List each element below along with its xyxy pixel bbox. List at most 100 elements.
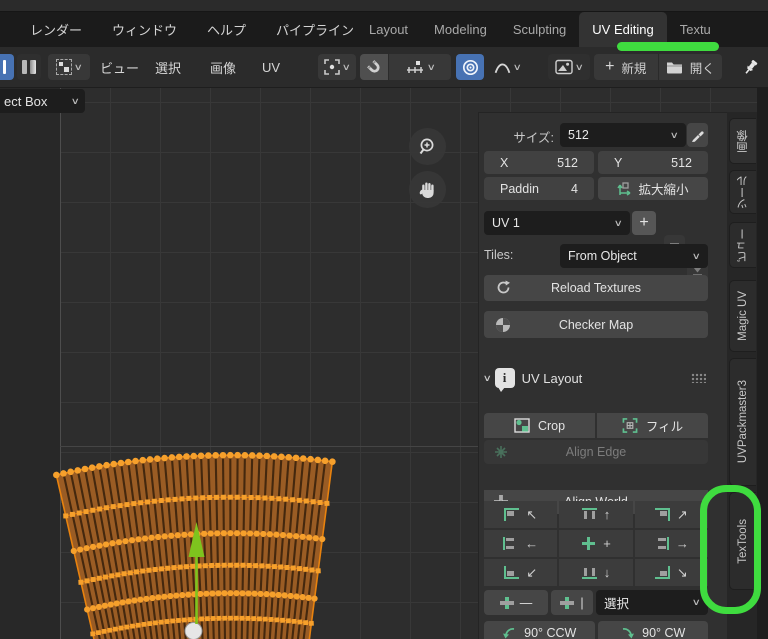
sidebar-tab-画像[interactable]: 画像 — [729, 118, 756, 164]
falloff-dropdown[interactable]: ∨ — [487, 54, 527, 80]
sidebar-tab-uvpackmaster3[interactable]: UVPackmaster3 — [729, 358, 756, 486]
panel-grip-handle[interactable] — [691, 373, 706, 383]
sidebar-tab-label: UVPackmaster3 — [737, 380, 749, 464]
new-image-label: 新規 — [621, 61, 647, 76]
pin-button[interactable] — [738, 54, 764, 80]
workspace-tab-label: UV Editing — [592, 22, 654, 37]
snap-settings-dropdown[interactable]: ∨ — [389, 54, 451, 80]
distribute-horizontal-button[interactable]: — — [484, 590, 548, 615]
open-image-label: 開く — [689, 61, 715, 76]
editor-menu[interactable]: UV — [262, 47, 280, 88]
align-button-c[interactable]: + — [559, 530, 633, 557]
editor-type-icon — [2, 60, 6, 74]
y-label: Y — [614, 155, 623, 170]
eyedropper-button[interactable] — [687, 123, 708, 147]
align-button-l[interactable]: ← — [484, 530, 558, 557]
align-icon-br — [654, 566, 670, 579]
align-arrow-glyph: ↘ — [676, 564, 688, 580]
align-icon-t — [581, 508, 597, 521]
crop-fill-row: Crop フィル — [484, 413, 708, 438]
distribute-vertical-button[interactable]: | — [551, 590, 593, 615]
checker-sphere-icon — [496, 318, 510, 332]
align-edge-button[interactable]: Align Edge — [484, 440, 708, 464]
y-field[interactable]: Y 512 — [598, 151, 708, 174]
align-button-bl[interactable]: ↙ — [484, 559, 558, 586]
uv-sync-selection-toggle[interactable] — [17, 54, 41, 80]
x-field[interactable]: X 512 — [484, 151, 594, 174]
align-button-tr[interactable]: ↗ — [634, 501, 708, 528]
sidebar-tab-label: 画像 — [737, 129, 749, 153]
cursor-pivot-circle — [184, 622, 203, 639]
align-icon-bl — [504, 566, 520, 579]
align-button-t[interactable]: ↑ — [559, 501, 633, 528]
pivot-point-dropdown[interactable]: ∨ — [318, 54, 356, 80]
workspace-tab-label: Sculpting — [512, 22, 567, 37]
fill-button[interactable]: フィル — [597, 413, 708, 438]
workspace-tab-layout[interactable]: Layout — [356, 12, 421, 47]
align-button-br[interactable]: ↘ — [634, 559, 708, 586]
rotate-cw-label: 90° CW — [642, 626, 686, 639]
workspace-tab-modeling[interactable]: Modeling — [421, 12, 500, 47]
active-tool-dropdown[interactable]: ect Box ∨ — [0, 89, 85, 113]
align-button-r[interactable]: → — [634, 530, 708, 557]
workspace-tab-sculpting[interactable]: Sculpting — [500, 12, 579, 47]
proportional-editing-toggle[interactable] — [456, 54, 484, 80]
align-button-tl[interactable]: ↖ — [484, 501, 558, 528]
active-tool-label: ect Box — [4, 93, 48, 109]
translate-gizmo[interactable] — [180, 500, 220, 639]
menubar-item[interactable]: パイプライン — [276, 20, 354, 39]
zoom-gizmo-button[interactable] — [409, 128, 446, 165]
blender-window: レンダー ウィンドウ ヘルプ パイプライン Layout Modeling Sculpti… — [0, 0, 768, 639]
sidebar-tab-ビュー[interactable]: ビュー — [729, 222, 756, 268]
uv-layout-panel-header[interactable]: ∨ i UV Layout — [483, 365, 708, 392]
sidebar-tab-ツール[interactable]: ツール — [729, 170, 756, 214]
new-image-button[interactable]: + 新規 — [594, 54, 658, 80]
open-image-button[interactable]: 開く — [659, 54, 723, 80]
align-button-b[interactable]: ↓ — [559, 559, 633, 586]
image-new-open-group: + 新規 開く — [594, 54, 722, 80]
rotate-cw-button[interactable]: 90° CW — [597, 621, 708, 639]
size-dropdown[interactable]: 512 ∨ — [560, 123, 686, 147]
editor-menu[interactable]: 画像 — [210, 47, 236, 88]
plus-icon: + — [605, 58, 615, 75]
distribute-v-label: | — [580, 595, 584, 610]
distribute-v-icon — [560, 596, 575, 609]
editor-menu[interactable]: ビュー — [100, 47, 139, 88]
editor-type-button[interactable] — [0, 54, 14, 80]
annotation-ring-textools — [700, 485, 761, 614]
y-value: 512 — [671, 155, 692, 170]
crop-button[interactable]: Crop — [484, 413, 595, 438]
uvmap-dropdown[interactable]: UV 1 ∨ — [484, 211, 630, 235]
snap-increment-icon — [407, 61, 424, 73]
align-icon-l — [503, 537, 518, 550]
image-browse-dropdown[interactable]: ∨ — [548, 54, 590, 80]
menubar-item[interactable]: レンダー — [30, 20, 82, 39]
snap-toggle[interactable] — [360, 54, 388, 80]
pan-gizmo-button[interactable] — [409, 171, 446, 208]
refresh-icon — [497, 280, 510, 294]
editor-menu[interactable]: 選択 — [155, 47, 181, 88]
align-mode-dropdown[interactable]: 選択 ∨ — [596, 590, 708, 615]
uvmap-value: UV 1 — [492, 216, 520, 230]
add-uvmap-button[interactable]: + — [632, 211, 656, 235]
menubar-item[interactable]: ヘルプ — [207, 20, 246, 39]
padding-field[interactable]: Paddin 4 — [484, 177, 594, 200]
menubar-item[interactable]: ウィンドウ — [112, 20, 177, 39]
checker-map-label: Checker Map — [558, 317, 634, 332]
tiles-dropdown[interactable]: From Object ∨ — [560, 244, 708, 268]
proportional-edit-icon — [462, 59, 478, 75]
align-arrow-glyph: ↙ — [526, 564, 538, 580]
uvmap-row: UV 1 ∨ + — [484, 211, 708, 283]
panel-collapse-chevron[interactable]: ∨ — [483, 373, 492, 384]
image-icon — [555, 59, 573, 75]
annotation-underline-uv-editing — [617, 42, 719, 51]
scale-button[interactable]: 拡大縮小 — [598, 177, 708, 200]
sidebar-tab-magic-uv[interactable]: Magic UV — [729, 280, 756, 352]
padding-row: Paddin 4 拡大縮小 — [484, 177, 708, 200]
rotate-ccw-button[interactable]: 90° CCW — [484, 621, 595, 639]
checker-map-button[interactable]: Checker Map — [484, 311, 708, 338]
uv-selection-mode-dropdown[interactable]: ∨ — [48, 54, 90, 80]
reload-textures-button[interactable]: Reload Textures — [484, 275, 708, 301]
magnet-icon — [366, 59, 380, 73]
align-edge-icon — [495, 446, 507, 458]
